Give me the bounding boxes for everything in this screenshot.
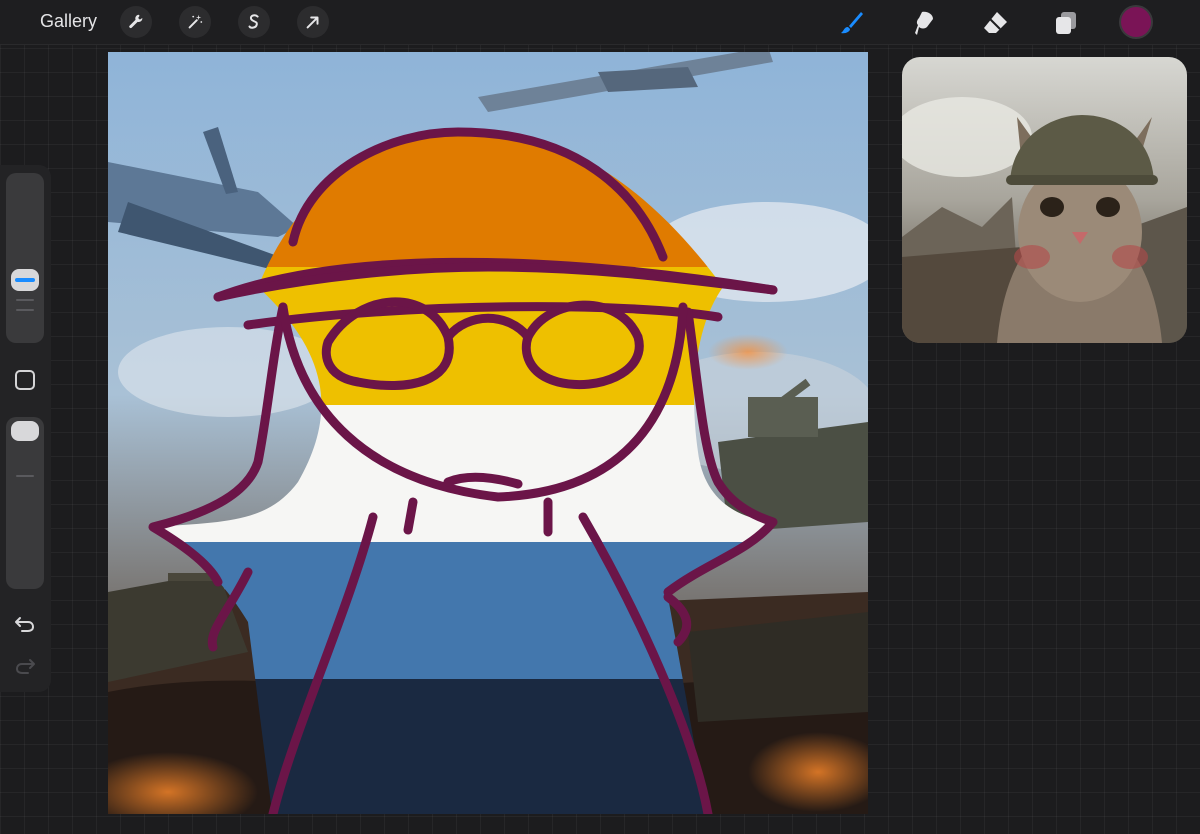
cat-in-helmet: [997, 115, 1162, 343]
modify-button[interactable]: [15, 370, 35, 390]
artwork: [108, 52, 868, 814]
transform-arrow-icon: [306, 16, 319, 29]
adjustments-button[interactable]: [179, 6, 211, 38]
layers-tool[interactable]: [1049, 6, 1083, 40]
eraser-icon: [984, 12, 1007, 33]
gallery-button[interactable]: Gallery: [40, 11, 97, 32]
brush-size-handle[interactable]: [11, 269, 39, 291]
selection-icon: [248, 14, 259, 29]
wrench-icon: [129, 14, 143, 29]
selection-button[interactable]: [238, 6, 270, 38]
eraser-tool[interactable]: [978, 6, 1012, 40]
slider-tick: [16, 475, 34, 477]
left-sidebar: [0, 165, 51, 692]
brush-tool[interactable]: [834, 6, 868, 40]
slider-tick: [16, 309, 34, 311]
brush-icon: [841, 12, 863, 34]
drawing-canvas[interactable]: [108, 52, 868, 814]
smudge-icon: [915, 11, 933, 35]
undo-icon[interactable]: [13, 612, 37, 636]
brush-size-slider[interactable]: [6, 173, 44, 343]
top-toolbar: Gallery: [0, 0, 1200, 45]
actions-button[interactable]: [120, 6, 152, 38]
reference-window[interactable]: [902, 57, 1187, 343]
smudge-tool[interactable]: [907, 6, 941, 40]
reference-image: [902, 57, 1187, 343]
layers-icon: [1056, 12, 1076, 34]
magic-wand-icon: [188, 14, 203, 29]
opacity-handle[interactable]: [11, 421, 39, 441]
color-picker-button[interactable]: [1121, 7, 1151, 37]
redo-icon[interactable]: [13, 654, 37, 678]
transform-button[interactable]: [297, 6, 329, 38]
slider-tick: [16, 299, 34, 301]
opacity-slider[interactable]: [6, 417, 44, 589]
